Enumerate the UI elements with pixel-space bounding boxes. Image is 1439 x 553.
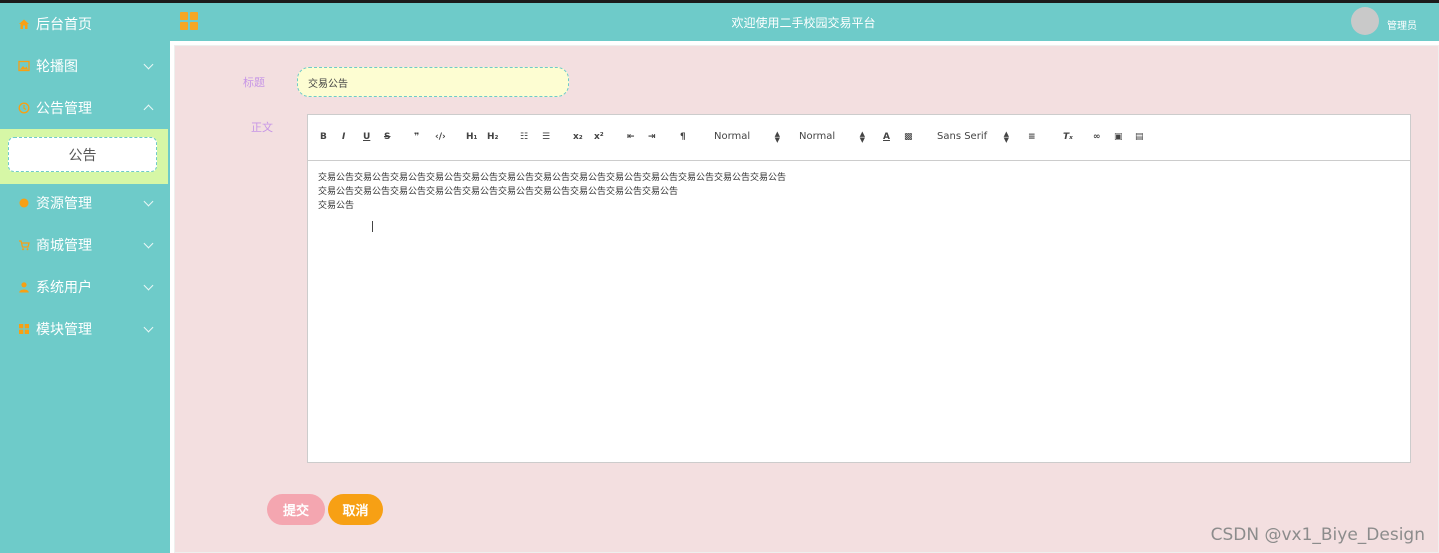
user-icon [18, 281, 30, 293]
watermark: CSDN @vx1_Biye_Design [1210, 525, 1425, 545]
dot-icon [18, 197, 30, 209]
bullet-list-icon[interactable]: ☰ [542, 131, 550, 143]
body-label: 正文 [251, 121, 273, 134]
sidebar-item-announcements[interactable]: 公告管理 [0, 87, 168, 129]
clear-format-icon[interactable]: Tₓ [1063, 131, 1073, 143]
outdent-icon[interactable]: ⇤ [627, 131, 635, 143]
sidebar: 后台首页 轮播图 公告管理 公告 资源管理 商城管理 系统用户 模块管理 [0, 3, 168, 553]
code-icon[interactable]: ‹/› [435, 131, 446, 143]
chevron-up-icon [143, 104, 154, 115]
superscript-icon[interactable]: x² [594, 131, 604, 143]
page-title: 欢迎使用二手校园交易平台 [731, 16, 876, 30]
sidebar-item-label: 后台首页 [36, 17, 92, 33]
content-line: 交易公告交易公告交易公告交易公告交易公告交易公告交易公告交易公告交易公告交易公告… [318, 173, 787, 183]
sidebar-item-label: 公告管理 [36, 101, 92, 117]
editor-content[interactable]: 交易公告交易公告交易公告交易公告交易公告交易公告交易公告交易公告交易公告交易公告… [318, 171, 786, 213]
cart-icon [18, 239, 30, 251]
editor-toolbar: B I U S ❞ ‹/› H₁ H₂ ☷ ☰ x₂ x² ⇤ ⇥ ¶ Norm… [308, 115, 1410, 161]
image-insert-icon[interactable]: ▣ [1114, 131, 1123, 143]
bold-icon[interactable]: B [320, 131, 327, 143]
background-color-icon[interactable]: ▩ [904, 131, 913, 143]
link-icon[interactable]: ∞ [1093, 131, 1101, 143]
chevron-down-icon [143, 322, 154, 333]
sidebar-subitem-announcement[interactable]: 公告 [8, 137, 157, 172]
subscript-icon[interactable]: x₂ [573, 131, 583, 143]
chevron-down-icon [143, 59, 154, 70]
video-insert-icon[interactable]: ▤ [1135, 131, 1144, 143]
strikethrough-icon[interactable]: S [384, 131, 390, 143]
chevron-down-icon [143, 280, 154, 291]
underline-icon[interactable]: U [363, 131, 370, 143]
title-input[interactable] [297, 67, 569, 97]
header2-icon[interactable]: H₂ [487, 131, 498, 143]
sidebar-item-label: 模块管理 [36, 322, 92, 338]
cancel-button[interactable]: 取消 [328, 494, 383, 525]
clock-icon [18, 102, 30, 114]
content-line: 交易公告 [318, 201, 355, 211]
sidebar-item-users[interactable]: 系统用户 [0, 266, 168, 308]
font-select[interactable]: Sans Serif ▲ ▼ [937, 131, 1009, 144]
align-icon[interactable]: ≡ [1028, 131, 1036, 143]
ordered-list-icon[interactable]: ☷ [520, 131, 528, 143]
sidebar-item-label: 轮播图 [36, 59, 78, 75]
home-icon [18, 18, 30, 30]
title-label: 标题 [243, 76, 265, 89]
rich-text-editor: B I U S ❞ ‹/› H₁ H₂ ☷ ☰ x₂ x² ⇤ ⇥ ¶ Norm… [307, 114, 1411, 463]
content-line: 交易公告交易公告交易公告交易公告交易公告交易公告交易公告交易公告交易公告交易公告 [318, 187, 679, 197]
header-select[interactable]: Normal ▲ ▼ [714, 131, 780, 144]
chevron-down-icon [143, 196, 154, 207]
sidebar-item-home[interactable]: 后台首页 [0, 3, 168, 45]
submit-button[interactable]: 提交 [267, 494, 325, 525]
sidebar-item-modules[interactable]: 模块管理 [0, 308, 168, 350]
grid-icon [18, 323, 30, 335]
top-header: 欢迎使用二手校园交易平台 管理员 [168, 3, 1439, 41]
text-cursor [372, 221, 373, 232]
italic-icon[interactable]: I [342, 131, 345, 143]
sidebar-item-shop[interactable]: 商城管理 [0, 224, 168, 266]
submenu: 公告 [0, 129, 168, 184]
size-select[interactable]: Normal ▲ ▼ [799, 131, 865, 144]
header1-icon[interactable]: H₁ [466, 131, 477, 143]
chevron-down-icon [143, 238, 154, 249]
sidebar-item-resources[interactable]: 资源管理 [0, 182, 168, 224]
sidebar-item-carousel[interactable]: 轮播图 [0, 45, 168, 87]
sidebar-item-label: 系统用户 [36, 280, 92, 296]
blockquote-icon[interactable]: ❞ [414, 131, 419, 143]
indent-icon[interactable]: ⇥ [648, 131, 656, 143]
image-icon [18, 60, 30, 72]
main-content: 标题 正文 B I U S ❞ ‹/› H₁ H₂ ☷ ☰ x₂ x² ⇤ ⇥ … [170, 41, 1439, 553]
text-direction-icon[interactable]: ¶ [680, 131, 686, 143]
user-name[interactable]: 管理员 [1387, 17, 1417, 32]
sidebar-item-label: 商城管理 [36, 238, 92, 254]
avatar[interactable] [1351, 7, 1379, 35]
form-panel: 标题 正文 B I U S ❞ ‹/› H₁ H₂ ☷ ☰ x₂ x² ⇤ ⇥ … [174, 45, 1439, 553]
text-color-icon[interactable]: A [883, 131, 890, 143]
sidebar-item-label: 资源管理 [36, 196, 92, 212]
